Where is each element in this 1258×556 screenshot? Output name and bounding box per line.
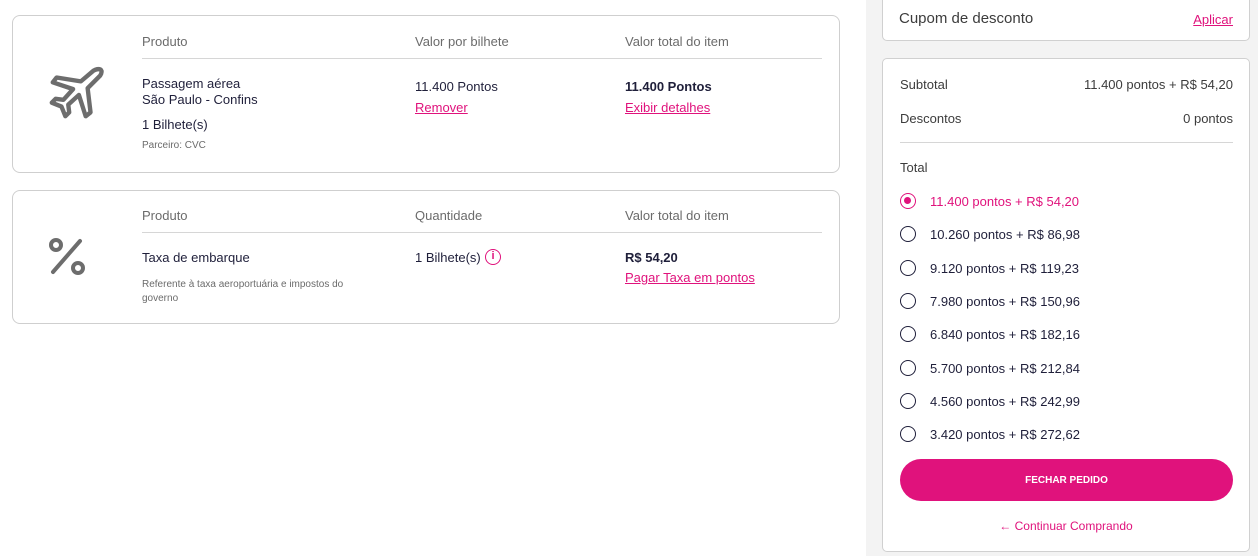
summary-panel: Subtotal 11.400 pontos + R$ 54,20 Descon… xyxy=(882,58,1250,552)
subtotal-label: Subtotal xyxy=(900,77,948,92)
checkout-button[interactable]: FECHAR PEDIDO xyxy=(900,459,1233,501)
discounts-label: Descontos xyxy=(900,111,962,126)
item-total-value: R$ 54,20 xyxy=(625,250,678,265)
discounts-value: 0 pontos xyxy=(1183,111,1233,126)
payment-option[interactable]: 6.840 pontos + R$ 182,16 xyxy=(900,324,1080,344)
show-details-link[interactable]: Exibir detalhes xyxy=(625,100,710,115)
payment-option-label: 6.840 pontos + R$ 182,16 xyxy=(930,326,1080,342)
coupon-title: Cupom de desconto xyxy=(899,10,1034,27)
continue-shopping-label: Continuar Comprando xyxy=(1014,519,1133,533)
payment-option[interactable]: 9.120 pontos + R$ 119,23 xyxy=(900,258,1079,278)
apply-coupon-link[interactable]: Aplicar xyxy=(1193,12,1233,27)
payment-option-label: 11.400 pontos + R$ 54,20 xyxy=(930,193,1080,209)
product-name: Taxa de embarque xyxy=(142,250,250,265)
radio-button[interactable] xyxy=(900,360,916,376)
payment-option-label: 5.700 pontos + R$ 212,84 xyxy=(930,360,1080,376)
unit-value: 11.400 Pontos xyxy=(415,79,498,94)
payment-option[interactable]: 7.980 pontos + R$ 150,96 xyxy=(900,291,1080,311)
col-header-total: Valor total do item xyxy=(625,34,729,49)
product-route: São Paulo - Confins xyxy=(142,92,258,107)
percent-icon xyxy=(49,238,85,275)
col-header-product: Produto xyxy=(142,208,188,223)
divider xyxy=(900,142,1233,143)
divider xyxy=(142,58,822,59)
radio-button[interactable] xyxy=(900,193,916,209)
col-header-unit-value: Valor por bilhete xyxy=(415,34,509,49)
payment-option[interactable]: 3.420 pontos + R$ 272,62 xyxy=(900,424,1080,444)
radio-button[interactable] xyxy=(900,326,916,342)
radio-button[interactable] xyxy=(900,293,916,309)
arrow-left-icon: ← xyxy=(999,519,1012,533)
ticket-count: 1 Bilhete(s) xyxy=(142,117,208,132)
payment-option[interactable]: 10.260 pontos + R$ 86,98 xyxy=(900,224,1080,244)
divider xyxy=(142,232,822,233)
item-total-value: 11.400 Pontos xyxy=(625,79,712,94)
radio-button[interactable] xyxy=(900,226,916,242)
cart-item-boarding-tax: Produto Quantidade Valor total do item T… xyxy=(12,190,840,324)
radio-button[interactable] xyxy=(900,393,916,409)
payment-option[interactable]: 4.560 pontos + R$ 242,99 xyxy=(900,391,1080,411)
radio-button[interactable] xyxy=(900,426,916,442)
payment-option[interactable]: 11.400 pontos + R$ 54,20 xyxy=(900,191,1079,211)
payment-option-label: 7.980 pontos + R$ 150,96 xyxy=(930,293,1080,309)
product-description: Referente à taxa aeroportuária e imposto… xyxy=(142,279,344,304)
payment-option[interactable]: 5.700 pontos + R$ 212,84 xyxy=(900,358,1080,378)
col-header-total: Valor total do item xyxy=(625,208,729,223)
quantity-value: 1 Bilhete(s) xyxy=(415,250,481,265)
payment-option-label: 10.260 pontos + R$ 86,98 xyxy=(930,226,1080,242)
payment-option-label: 9.120 pontos + R$ 119,23 xyxy=(930,260,1080,276)
cart-item-flight: Produto Valor por bilhete Valor total do… xyxy=(12,15,840,173)
subtotal-value: 11.400 pontos + R$ 54,20 xyxy=(1083,77,1233,92)
col-header-quantity: Quantidade xyxy=(415,208,483,223)
payment-option-label: 4.560 pontos + R$ 242,99 xyxy=(930,393,1080,409)
pay-tax-points-link[interactable]: Pagar Taxa em pontos xyxy=(625,270,755,285)
radio-button[interactable] xyxy=(900,260,916,276)
coupon-panel: Cupom de desconto Aplicar xyxy=(882,0,1250,41)
info-icon[interactable]: i xyxy=(485,249,501,265)
continue-shopping-link[interactable]: ← Continuar Comprando xyxy=(883,519,1249,533)
partner-label: Parceiro: CVC xyxy=(142,140,206,151)
payment-option-label: 3.420 pontos + R$ 272,62 xyxy=(930,426,1080,442)
airplane-icon xyxy=(49,66,104,119)
total-label: Total xyxy=(900,160,928,175)
product-name: Passagem aérea xyxy=(142,76,241,91)
col-header-product: Produto xyxy=(142,34,188,49)
remove-link[interactable]: Remover xyxy=(415,100,468,115)
